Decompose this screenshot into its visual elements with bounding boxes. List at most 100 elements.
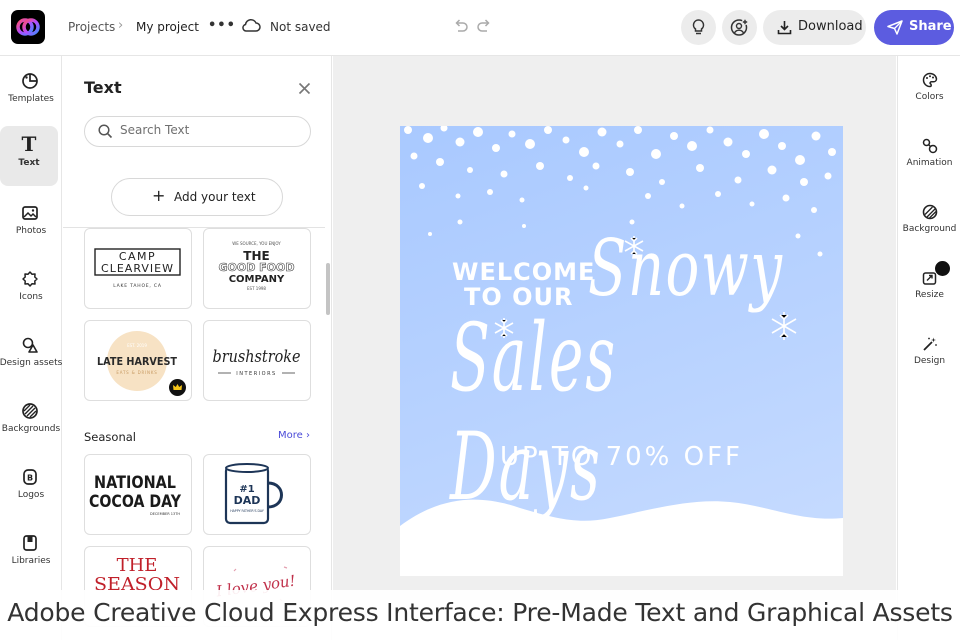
premium-crown-icon [935, 261, 950, 276]
text-panel: Text + Add your text CAMP [63, 56, 332, 640]
right-rail-label: Colors [915, 92, 944, 102]
brush-sub: INTERIORS [236, 371, 276, 377]
search-field[interactable] [84, 116, 311, 147]
undo-icon[interactable] [453, 18, 469, 34]
close-panel-button[interactable] [298, 80, 311, 99]
more-options-button[interactable]: ••• [208, 14, 235, 38]
brush-main: brushstroke [213, 347, 301, 367]
rail-item-label: Text [18, 158, 40, 168]
share-button-label: Share [909, 19, 952, 34]
dad-line2: DAD [234, 494, 261, 507]
cloud-icon [242, 18, 261, 32]
text-icon: T [21, 132, 37, 156]
backgrounds-icon [22, 403, 38, 419]
download-icon [777, 21, 792, 35]
left-navigation-rail: Templates T Text Photos Icons Design ass… [0, 56, 62, 640]
premium-crown-icon [169, 379, 186, 396]
download-button-label: Download [798, 19, 863, 34]
right-rail-label: Background [902, 224, 957, 234]
add-your-text-button[interactable]: + Add your text [111, 178, 283, 216]
section-more-link[interactable]: More › [278, 430, 310, 441]
right-rail-label: Animation [906, 158, 953, 168]
colors-icon [922, 72, 938, 88]
cocoa-line2: COCOA DAY [89, 492, 182, 512]
rail-item-logos[interactable]: B Logos [0, 458, 62, 518]
breadcrumb-current-project[interactable]: My project [136, 20, 199, 34]
rail-item-label: Logos [17, 490, 45, 500]
breadcrumb-chevron-icon: › [118, 18, 124, 33]
text-preset-good-food-company[interactable]: WE SOURCE, YOU ENJOY THE GOOD FOOD COMPA… [203, 228, 311, 309]
app-logo[interactable] [11, 10, 45, 44]
text-presets-list: CAMP CLEARVIEW LAKE TAHOE, CA WE SOURCE,… [63, 228, 325, 640]
save-status-text: Not saved [270, 20, 331, 34]
harvest-sub: EATS & DRINKS [116, 370, 157, 375]
rail-item-libraries[interactable]: Libraries [0, 524, 62, 584]
libraries-icon [23, 535, 37, 551]
rail-item-resize[interactable]: Resize [898, 254, 960, 314]
harvest-main: LATE HARVEST [97, 355, 177, 368]
icons-icon [22, 271, 38, 287]
templates-icon [22, 73, 38, 89]
text-preset-number-one-dad[interactable]: #1 DAD HAPPY FATHER'S DAY [203, 454, 311, 535]
rail-item-text[interactable]: T Text [0, 126, 58, 186]
breadcrumb-projects[interactable]: Projects [68, 20, 115, 34]
lightbulb-icon [692, 19, 705, 35]
rail-item-label: Backgrounds [1, 424, 61, 434]
image-caption: Adobe Creative Cloud Express Interface: … [0, 590, 960, 640]
photos-icon [22, 206, 38, 220]
text-preset-national-cocoa-day[interactable]: NATIONAL COCOA DAY DECEMBER 13TH [84, 454, 192, 535]
rail-item-label: Design assets [0, 358, 63, 368]
animation-icon [922, 138, 938, 154]
rail-item-icons[interactable]: Icons [0, 260, 62, 320]
app-window: Projects › My project ••• Not saved Down… [0, 0, 960, 640]
camp-line2: CLEARVIEW [101, 262, 174, 275]
welcome-line1: WELCOME [452, 258, 596, 286]
redo-icon[interactable] [476, 18, 492, 34]
rail-item-design-assets[interactable]: Design assets [0, 326, 62, 386]
text-preset-late-harvest[interactable]: EST. 2019 LATE HARVEST EATS & DRINKS [84, 320, 192, 401]
creative-cloud-logo-icon [16, 18, 40, 36]
artboard-offer-text[interactable]: UP TO 70% OFF [500, 442, 743, 472]
rail-item-label: Photos [15, 226, 47, 236]
design-assets-icon [22, 337, 38, 353]
panel-scrollbar[interactable] [326, 263, 330, 315]
rail-item-backgrounds[interactable]: Backgrounds [0, 392, 62, 452]
rail-item-animation[interactable]: Animation [898, 122, 960, 182]
search-input[interactable] [120, 123, 300, 137]
text-preset-brushstroke[interactable]: brushstroke INTERIORS [203, 320, 311, 401]
share-button[interactable]: Share [874, 10, 954, 45]
artboard-snowy-text[interactable]: Snowy [588, 224, 783, 314]
svg-text:B: B [27, 474, 33, 483]
canvas-area[interactable]: WELCOME TO OUR Snowy Sales Days UP TO 70… [333, 56, 896, 600]
rail-item-background[interactable]: Background [898, 188, 960, 248]
cocoa-sub: DECEMBER 13TH [150, 512, 180, 516]
design-artboard[interactable]: WELCOME TO OUR Snowy Sales Days UP TO 70… [400, 126, 843, 576]
food-sub: EST 1998 [247, 286, 266, 291]
rail-item-templates[interactable]: Templates [0, 62, 62, 122]
artboard-sales-days-text[interactable]: Sales Days [450, 304, 694, 522]
section-title-seasonal: Seasonal [84, 430, 136, 444]
rail-item-photos[interactable]: Photos [0, 194, 62, 254]
panel-title: Text [84, 78, 122, 97]
text-preset-camp-clearview[interactable]: CAMP CLEARVIEW LAKE TAHOE, CA [84, 228, 192, 309]
add-your-text-label: Add your text [174, 190, 256, 204]
dad-sub: HAPPY FATHER'S DAY [230, 509, 264, 513]
magic-wand-icon [923, 337, 937, 351]
rail-item-design[interactable]: Design [898, 320, 960, 380]
rail-item-label: Templates [8, 94, 54, 104]
rail-item-colors[interactable]: Colors [898, 56, 960, 116]
rail-item-label: Libraries [11, 556, 51, 566]
food-top: WE SOURCE, YOU ENJOY [232, 241, 281, 246]
food-line3: COMPANY [229, 274, 285, 285]
cocoa-line1: NATIONAL [94, 473, 176, 493]
background-icon [922, 204, 938, 220]
top-bar: Projects › My project ••• Not saved Down… [0, 0, 960, 56]
food-line2: GOOD FOOD [218, 261, 294, 274]
ideas-button[interactable] [681, 10, 716, 45]
right-rail-label: Resize [915, 290, 944, 300]
invite-collaborator-button[interactable] [722, 10, 757, 45]
download-button[interactable]: Download [763, 10, 866, 45]
camp-sub: LAKE TAHOE, CA [113, 283, 162, 289]
right-rail-label: Design [913, 356, 946, 366]
artboard-welcome-text[interactable]: WELCOME TO OUR [452, 260, 595, 310]
